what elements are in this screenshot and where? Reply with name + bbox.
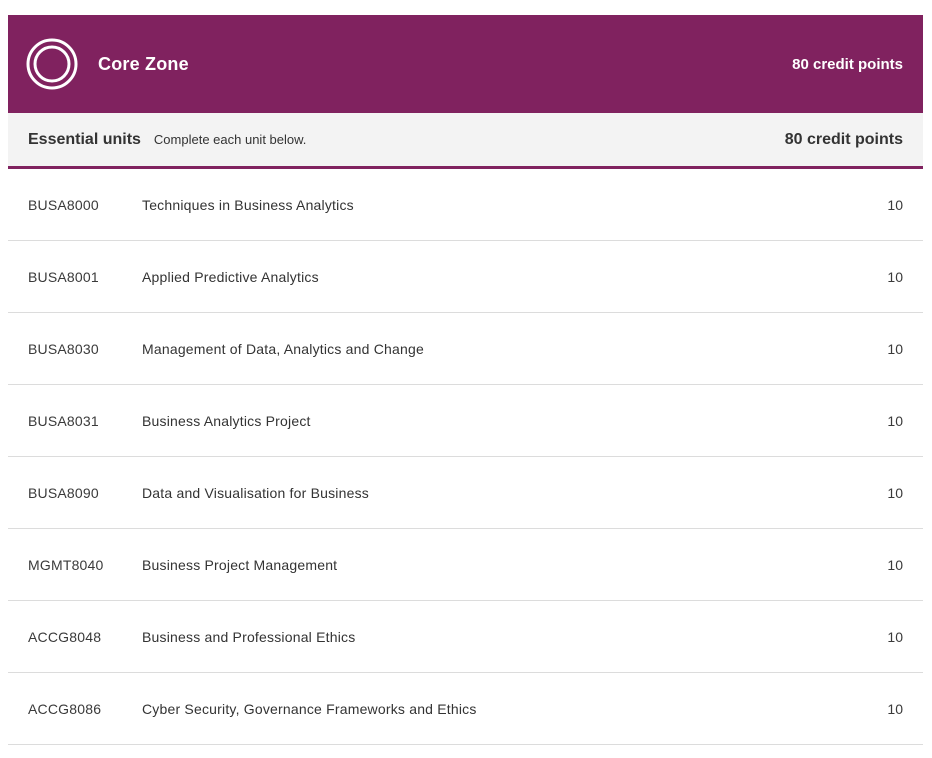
unit-title-link[interactable]: Business Project Management	[142, 557, 887, 573]
unit-credit-points: 10	[887, 556, 903, 573]
essential-units-header-left: Essential units Complete each unit below…	[28, 131, 306, 149]
unit-title-link[interactable]: Business and Professional Ethics	[142, 629, 887, 645]
table-row: BUSA8000 Techniques in Business Analytic…	[8, 169, 923, 241]
table-row: BUSA8090 Data and Visualisation for Busi…	[8, 457, 923, 529]
unit-code: BUSA8030	[28, 340, 99, 357]
unit-credit-points: 10	[887, 268, 903, 285]
unit-title-link[interactable]: Cyber Security, Governance Frameworks an…	[142, 701, 887, 717]
double-ring-icon	[26, 38, 78, 90]
unit-credit-points: 10	[887, 628, 903, 645]
table-row: BUSA8001 Applied Predictive Analytics 10	[8, 241, 923, 313]
unit-title-link[interactable]: Data and Visualisation for Business	[142, 485, 887, 501]
table-row: ACCG8086 Cyber Security, Governance Fram…	[8, 673, 923, 745]
unit-code: BUSA8000	[28, 196, 99, 213]
unit-code: ACCG8086	[28, 700, 102, 717]
unit-credit-points: 10	[887, 412, 903, 429]
zone-credit-points: 80 credit points	[792, 55, 903, 73]
table-row: ACCG8048 Business and Professional Ethic…	[8, 601, 923, 673]
unit-code: BUSA8090	[28, 484, 99, 501]
unit-credit-points: 10	[887, 700, 903, 717]
unit-credit-points: 10	[887, 484, 903, 501]
unit-list: BUSA8000 Techniques in Business Analytic…	[8, 169, 923, 745]
zone-header-left: Core Zone	[26, 38, 189, 90]
unit-title-link[interactable]: Techniques in Business Analytics	[142, 197, 887, 213]
table-row: MGMT8040 Business Project Management 10	[8, 529, 923, 601]
unit-credit-points: 10	[887, 340, 903, 357]
table-row: BUSA8030 Management of Data, Analytics a…	[8, 313, 923, 385]
essential-units-header: Essential units Complete each unit below…	[8, 113, 923, 169]
unit-code: ACCG8048	[28, 628, 102, 645]
unit-title-link[interactable]: Management of Data, Analytics and Change	[142, 341, 887, 357]
unit-credit-points: 10	[887, 196, 903, 213]
unit-title-link[interactable]: Applied Predictive Analytics	[142, 269, 887, 285]
table-row: BUSA8031 Business Analytics Project 10	[8, 385, 923, 457]
unit-code: MGMT8040	[28, 556, 104, 573]
zone-title: Core Zone	[98, 53, 189, 74]
unit-title-link[interactable]: Business Analytics Project	[142, 413, 887, 429]
essential-units-credit-points: 80 credit points	[784, 130, 903, 148]
zone-header: Core Zone 80 credit points	[8, 15, 923, 113]
core-zone-panel: Core Zone 80 credit points Essential uni…	[8, 15, 923, 745]
unit-code: BUSA8031	[28, 412, 99, 429]
essential-units-title: Essential units	[28, 130, 141, 148]
essential-units-description: Complete each unit below.	[153, 131, 307, 147]
unit-code: BUSA8001	[28, 268, 99, 285]
